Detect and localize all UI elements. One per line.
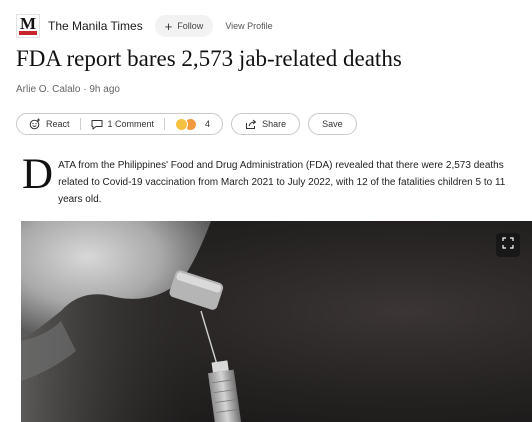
comment-button[interactable]: 1 Comment: [91, 119, 155, 130]
article-body: D ATA from the Philippines' Food and Dru…: [21, 151, 526, 208]
article-photo[interactable]: [21, 221, 532, 422]
save-button[interactable]: Save: [308, 113, 357, 135]
emoji-thumbs-icon: [175, 117, 189, 131]
follow-button[interactable]: + Follow: [154, 15, 214, 37]
react-label: React: [46, 119, 70, 129]
vaccine-photo-illustration: [21, 221, 243, 422]
reaction-divider: [79, 118, 81, 130]
publisher-name[interactable]: The Manila Times: [48, 19, 143, 33]
reaction-count-button[interactable]: 4: [175, 117, 211, 131]
comment-icon: [91, 119, 103, 130]
follow-label: Follow: [177, 21, 204, 31]
article-body-text: ATA from the Philippines' Food and Drug …: [58, 160, 506, 205]
save-label: Save: [322, 119, 343, 129]
reaction-emoji-icon: [175, 117, 198, 131]
react-icon: [29, 118, 41, 130]
article-byline: Arlie O. Calalo · 9h ago: [16, 84, 120, 95]
comment-label: 1 Comment: [107, 119, 155, 129]
logo-strip: [19, 31, 37, 35]
action-bar: React 1 Comment 4 Share Save: [16, 113, 357, 135]
publisher-header: M The Manila Times + Follow View Profile: [16, 13, 273, 39]
share-label: Share: [262, 119, 287, 129]
share-button[interactable]: Share: [231, 113, 301, 135]
share-icon: [245, 119, 257, 130]
reaction-bar: React 1 Comment 4: [16, 113, 224, 135]
reaction-divider: [164, 118, 166, 130]
plus-icon: +: [164, 18, 173, 34]
react-button[interactable]: React: [29, 118, 70, 130]
article-title: FDA report bares 2,573 jab-related death…: [16, 46, 402, 71]
expand-icon: [502, 236, 514, 254]
publisher-logo[interactable]: M: [16, 14, 40, 38]
reaction-count: 4: [205, 119, 211, 129]
view-profile-link[interactable]: View Profile: [225, 21, 272, 31]
expand-image-button[interactable]: [496, 233, 520, 257]
drop-cap: D: [22, 151, 54, 198]
